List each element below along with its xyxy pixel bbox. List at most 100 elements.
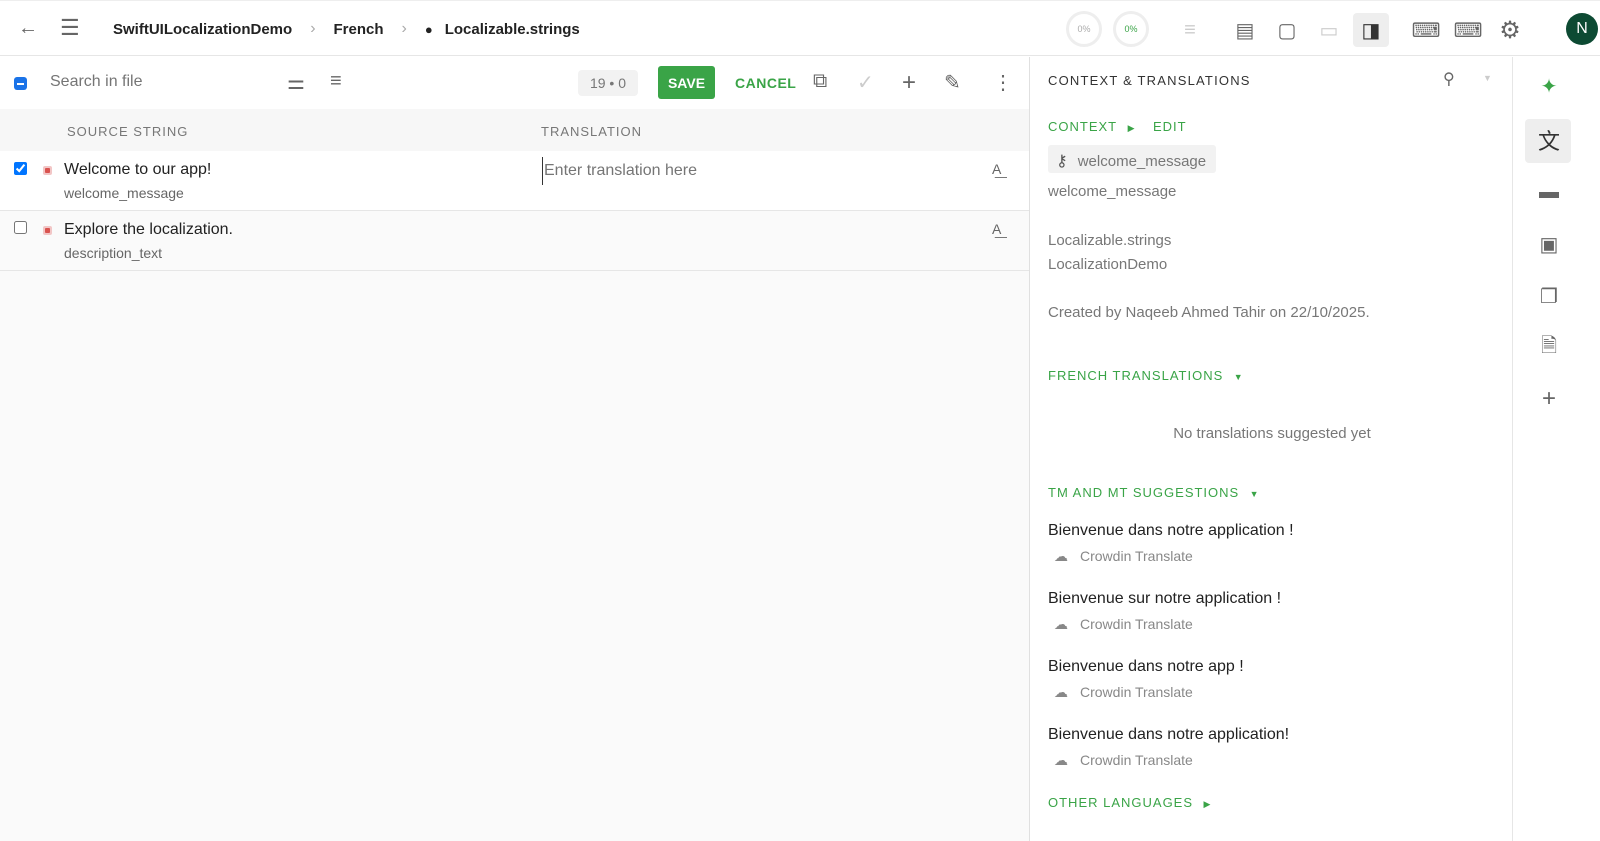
suggestion-text: Bienvenue dans notre app ! — [1048, 658, 1244, 675]
menu-icon[interactable]: ☰ — [60, 15, 80, 41]
created-info: Created by Naqeeb Ahmed Tahir on 22/10/2… — [1048, 304, 1370, 321]
caret-down-icon: ▼ — [1233, 372, 1243, 382]
breadcrumb-file[interactable]: Localizable.strings — [445, 21, 580, 38]
crowdin-icon: ☁ — [1054, 548, 1068, 564]
back-arrow-icon[interactable]: ← — [18, 17, 38, 40]
caret-down-icon: ▼ — [1249, 489, 1259, 499]
suggestion-text: Bienvenue sur notre application ! — [1048, 590, 1282, 607]
context-toggle[interactable]: CONTEXT — [1048, 119, 1117, 134]
glossary-icon[interactable]: ▣ — [1534, 229, 1564, 259]
keyboard-icon[interactable]: ⌨ — [1450, 13, 1486, 47]
cancel-button[interactable]: CANCEL — [735, 75, 796, 91]
panel-title: CONTEXT & TRANSLATIONS — [1048, 73, 1251, 88]
right-panel-view-icon[interactable]: ◨ — [1353, 13, 1389, 47]
spellcheck-icon[interactable]: A͟ — [992, 161, 1001, 177]
table-header: SOURCE STRING TRANSLATION — [0, 109, 1029, 151]
suggestion-item[interactable]: Bienvenue dans notre application! ☁ Crowd… — [1048, 726, 1289, 769]
table-row[interactable]: Welcome to our app! welcome_message A͟ — [0, 151, 1029, 211]
string-counter: 19 • 0 — [578, 70, 638, 96]
comments-icon[interactable]: ▬ — [1534, 177, 1564, 207]
string-key: description_text — [64, 245, 163, 261]
key-chip-text: welcome_message — [1077, 152, 1207, 170]
filter-icon[interactable]: ≡ — [330, 70, 342, 93]
source-text: Welcome to our app! — [64, 161, 212, 178]
more-vert-icon[interactable]: ⋮ — [993, 70, 1013, 95]
side-by-side-view-icon[interactable]: ▤ — [1227, 13, 1263, 47]
source-text: Explore the localization. — [64, 221, 233, 238]
pin-icon[interactable]: ⚲ — [1443, 69, 1455, 89]
tm-mt-header[interactable]: TM AND MT SUGGESTIONS ▼ — [1048, 484, 1259, 502]
editor-toolbar: ⚌ ≡ 19 • 0 SAVE CANCEL ⧉ ✓ + ✎ ⋮ — [0, 57, 1029, 109]
french-translations-header[interactable]: FRENCH TRANSLATIONS ▼ — [1048, 367, 1243, 385]
header-translation: TRANSLATION — [541, 124, 643, 139]
suggestion-engine: Crowdin Translate — [1080, 548, 1193, 564]
context-panel: CONTEXT & TRANSLATIONS ⚲ ▼ CONTEXT ▶ EDI… — [1031, 57, 1513, 841]
bottom-panel-view-icon[interactable]: ▭ — [1311, 13, 1347, 47]
chevron-right-icon: › — [401, 20, 407, 37]
plus-icon[interactable]: + — [1534, 384, 1564, 414]
context-header: CONTEXT ▶ EDIT — [1048, 118, 1187, 136]
tm-mt-label: TM AND MT SUGGESTIONS — [1048, 485, 1240, 500]
header-source: SOURCE STRING — [67, 124, 189, 139]
context-file: Localizable.strings — [1048, 232, 1172, 249]
select-all-checkbox[interactable] — [14, 77, 27, 90]
top-bar: ← ☰ SwiftUILocalizationDemo › French › ●… — [0, 0, 1600, 56]
spellcheck-icon[interactable]: A͟ — [992, 221, 1001, 237]
untranslated-status-icon — [43, 166, 52, 175]
apple-icon: ● — [424, 21, 433, 37]
copy-source-icon[interactable]: ⧉ — [813, 70, 827, 93]
plus-icon[interactable]: + — [902, 69, 916, 97]
key-chip: ⚷ welcome_message — [1048, 145, 1217, 173]
row-checkbox[interactable] — [14, 162, 27, 175]
save-button[interactable]: SAVE — [658, 66, 715, 99]
no-translations-text: No translations suggested yet — [1173, 425, 1371, 442]
pencil-icon[interactable]: ✎ — [944, 70, 961, 95]
translation-input[interactable] — [542, 157, 962, 185]
search-input[interactable] — [50, 73, 270, 91]
editor-panel: ⚌ ≡ 19 • 0 SAVE CANCEL ⧉ ✓ + ✎ ⋮ SOURCE … — [0, 57, 1030, 841]
french-translations-label: FRENCH TRANSLATIONS — [1048, 368, 1224, 383]
crowdin-icon: ☁ — [1054, 684, 1068, 700]
check-icon[interactable]: ✓ — [857, 70, 874, 95]
suggestion-engine: Crowdin Translate — [1080, 616, 1193, 632]
key-icon: ⚷ — [1056, 153, 1068, 170]
breadcrumb: SwiftUILocalizationDemo › French › ● Loc… — [113, 20, 580, 38]
suggestion-engine: Crowdin Translate — [1080, 684, 1193, 700]
crowdin-icon: ☁ — [1054, 752, 1068, 768]
avatar[interactable]: N — [1566, 13, 1598, 45]
untranslated-status-icon — [43, 226, 52, 235]
gear-icon[interactable]: ⚙ — [1492, 13, 1528, 47]
translation-progress: 0% — [1066, 11, 1102, 47]
other-languages-header[interactable]: OTHER LANGUAGES ▶ — [1048, 794, 1210, 812]
caret-down-icon[interactable]: ▼ — [1483, 73, 1492, 83]
table-row[interactable]: Explore the localization. description_te… — [0, 211, 1029, 271]
suggestion-text: Bienvenue dans notre application ! — [1048, 522, 1294, 539]
sliders-icon[interactable]: ⚌ — [287, 70, 305, 95]
context-key: welcome_message — [1048, 183, 1177, 200]
other-languages-label: OTHER LANGUAGES — [1048, 795, 1194, 810]
approval-progress: 0% — [1113, 11, 1149, 47]
ai-sparkle-icon[interactable]: ✦ — [1534, 71, 1564, 101]
terminal-icon[interactable]: ⌨ — [1408, 13, 1444, 47]
breadcrumb-language[interactable]: French — [334, 21, 384, 38]
left-panel-view-icon[interactable]: ▢ — [1269, 13, 1305, 47]
edit-list-icon[interactable]: ≡ — [1172, 13, 1208, 47]
chevron-right-icon: › — [310, 20, 316, 37]
row-checkbox[interactable] — [14, 221, 27, 234]
edit-context-button[interactable]: EDIT — [1153, 119, 1187, 134]
crowdin-icon: ☁ — [1054, 616, 1068, 632]
suggestion-item[interactable]: Bienvenue dans notre app ! ☁ Crowdin Tran… — [1048, 658, 1244, 701]
string-key: welcome_message — [64, 185, 184, 201]
context-project: LocalizationDemo — [1048, 256, 1168, 273]
suggestion-engine: Crowdin Translate — [1080, 752, 1193, 768]
suggestion-item[interactable]: Bienvenue dans notre application ! ☁ Crow… — [1048, 522, 1294, 565]
translate-icon[interactable]: 文 — [1534, 125, 1564, 155]
breadcrumb-project[interactable]: SwiftUILocalizationDemo — [113, 21, 292, 38]
right-rail: ✦ 文 ▬ ▣ ❐ 🗎 + — [1514, 57, 1600, 841]
library-icon[interactable]: ❐ — [1534, 281, 1564, 311]
file-info-icon[interactable]: 🗎 — [1534, 333, 1564, 363]
suggestion-text: Bienvenue dans notre application! — [1048, 726, 1290, 743]
caret-right-icon: ▶ — [1203, 799, 1211, 809]
suggestion-item[interactable]: Bienvenue sur notre application ! ☁ Crowd… — [1048, 590, 1281, 633]
caret-right-icon: ▶ — [1127, 123, 1135, 133]
